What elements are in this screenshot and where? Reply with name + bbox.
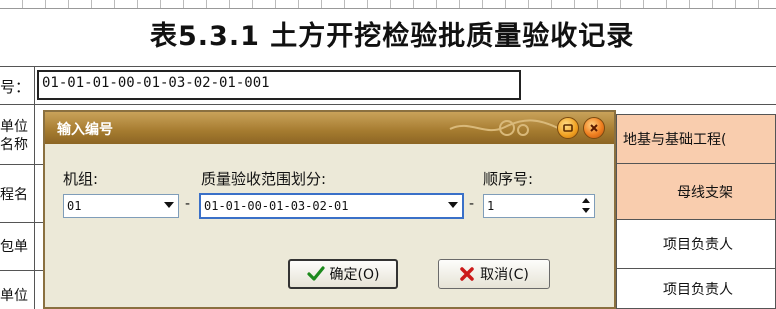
dialog-title: 输入编号	[57, 122, 113, 138]
chevron-down-icon	[164, 202, 174, 208]
ok-button[interactable]: 确定(O)	[288, 259, 398, 289]
grid-line	[0, 66, 776, 67]
ok-button-label: 确定(O)	[329, 267, 380, 283]
column-header-strip	[0, 0, 776, 9]
cross-icon	[460, 267, 474, 281]
range-select-value: 01-01-00-01-03-02-01	[204, 199, 349, 213]
unit-name-label: 单位	[0, 119, 28, 135]
separator-dash: -	[185, 196, 191, 212]
manager-cell-2: 项目负责人	[616, 268, 776, 309]
project-type-cell[interactable]: 地基与基础工程(	[616, 114, 776, 164]
group-select-value: 01	[67, 199, 82, 213]
close-icon	[590, 124, 598, 132]
code-value-cell[interactable]: 01-01-01-00-01-03-02-01-001	[37, 70, 521, 100]
grid-line	[34, 66, 35, 309]
sequence-label: 顺序号:	[483, 170, 534, 188]
sequence-stepper[interactable]: 1	[483, 194, 595, 218]
manager-cell-1: 项目负责人	[616, 219, 776, 269]
input-number-dialog: 输入编号 机组: 质量验收范围划分: 顺序号: 01 - 01-01-00-01…	[43, 110, 616, 309]
sequence-value: 1	[487, 199, 495, 213]
chevron-down-icon	[448, 202, 458, 208]
spin-up-icon[interactable]	[582, 198, 590, 203]
sheet-title: 表5.3.1 土方开挖检验批质量验收记录	[150, 21, 635, 52]
titlebar-ornament	[449, 119, 561, 136]
grid-line	[0, 270, 45, 271]
cancel-button[interactable]: 取消(C)	[438, 259, 550, 289]
grid-line	[0, 222, 45, 223]
checkmark-icon	[306, 266, 325, 281]
group-label: 机组:	[63, 170, 99, 188]
separator-dash: -	[469, 196, 475, 212]
close-button[interactable]	[583, 117, 605, 139]
minimize-button[interactable]	[557, 117, 579, 139]
unit-label: 单位	[0, 288, 28, 304]
minimize-icon	[563, 124, 573, 132]
spin-down-icon[interactable]	[582, 208, 590, 213]
range-label: 质量验收范围划分:	[201, 170, 327, 188]
project-name-label: 程名	[0, 187, 28, 203]
grid-line	[0, 104, 776, 105]
busbar-cell[interactable]: 母线支架	[616, 163, 776, 220]
group-select[interactable]: 01	[63, 194, 179, 218]
code-label: 号：	[0, 78, 31, 96]
cancel-button-label: 取消(C)	[480, 267, 529, 283]
unit-name-label-2: 名称	[0, 137, 28, 153]
subcontractor-label: 包单	[0, 239, 28, 255]
range-select[interactable]: 01-01-00-01-03-02-01	[199, 193, 464, 219]
grid-line	[0, 164, 45, 165]
dialog-titlebar[interactable]: 输入编号	[45, 112, 614, 144]
